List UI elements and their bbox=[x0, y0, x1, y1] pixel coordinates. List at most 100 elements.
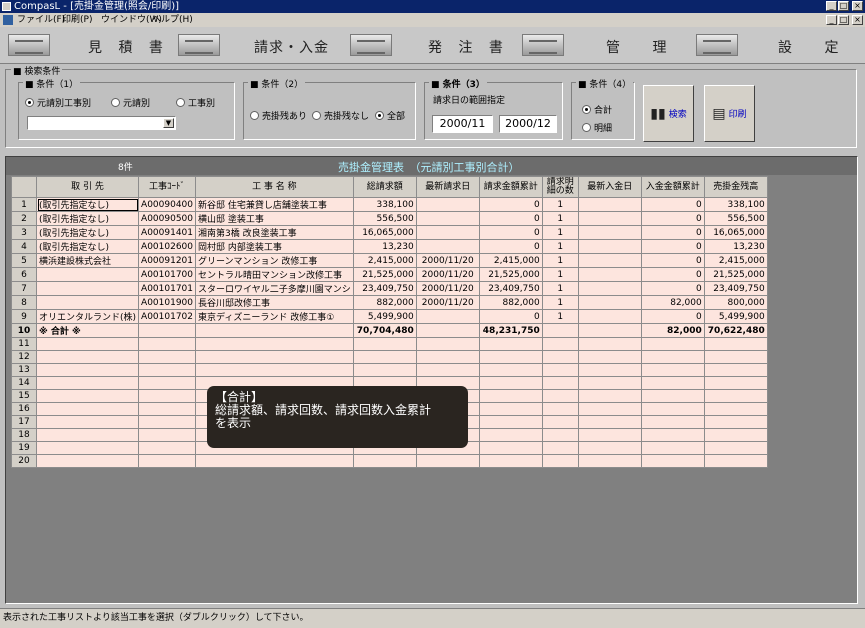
table-cell[interactable] bbox=[577, 337, 642, 351]
table-cell[interactable]: 16,065,000 bbox=[352, 225, 417, 240]
radio-detail[interactable]: 明細 bbox=[582, 121, 612, 134]
table-cell[interactable] bbox=[138, 350, 196, 364]
table-cell[interactable] bbox=[352, 363, 417, 377]
table-cell[interactable] bbox=[577, 211, 642, 226]
table-cell[interactable] bbox=[577, 428, 642, 442]
table-cell[interactable] bbox=[577, 376, 642, 390]
table-cell[interactable] bbox=[577, 267, 642, 282]
table-cell[interactable] bbox=[541, 415, 579, 429]
table-cell[interactable] bbox=[138, 402, 196, 416]
table-cell[interactable] bbox=[577, 415, 642, 429]
contractor-select[interactable]: ▼ bbox=[27, 116, 176, 130]
table-cell[interactable] bbox=[541, 441, 579, 455]
col-header[interactable]: 請求金額累計 bbox=[478, 176, 543, 198]
col-header[interactable]: 取 引 先 bbox=[35, 176, 140, 198]
table-cell[interactable]: A00091201 bbox=[138, 253, 196, 268]
table-cell[interactable]: 13,230 bbox=[703, 239, 768, 254]
nav-order[interactable]: 発 注 書 bbox=[344, 27, 516, 64]
table-cell[interactable] bbox=[478, 454, 543, 468]
table-cell[interactable] bbox=[35, 454, 140, 468]
table-cell[interactable] bbox=[640, 454, 705, 468]
table-cell[interactable]: 13,230 bbox=[352, 239, 417, 254]
table-cell[interactable] bbox=[138, 323, 196, 338]
table-cell[interactable]: 1 bbox=[541, 281, 579, 296]
search-button[interactable]: ▮▮ 検索 bbox=[643, 85, 694, 142]
table-cell[interactable] bbox=[35, 389, 140, 403]
table-cell[interactable]: (取引先指定なし) bbox=[35, 239, 140, 254]
table-cell[interactable] bbox=[195, 454, 354, 468]
empty-row[interactable]: 12 bbox=[11, 350, 768, 364]
table-cell[interactable]: (取引先指定なし) bbox=[35, 197, 140, 212]
menu-print[interactable]: 印刷(P) bbox=[62, 13, 92, 27]
table-cell[interactable]: セントラル晴田マンション改修工事 bbox=[195, 267, 354, 282]
table-cell[interactable]: 1 bbox=[541, 309, 579, 324]
table-cell[interactable] bbox=[577, 253, 642, 268]
table-cell[interactable] bbox=[35, 415, 140, 429]
table-cell[interactable]: 556,500 bbox=[703, 211, 768, 226]
table-cell[interactable] bbox=[541, 363, 579, 377]
table-cell[interactable]: 23,409,750 bbox=[703, 281, 768, 296]
table-cell[interactable]: 0 bbox=[640, 239, 705, 254]
table-cell[interactable]: 0 bbox=[640, 267, 705, 282]
table-cell[interactable] bbox=[541, 428, 579, 442]
col-header[interactable]: 売掛金残高 bbox=[703, 176, 768, 198]
table-cell[interactable] bbox=[541, 337, 579, 351]
radio-project[interactable]: 工事別 bbox=[176, 96, 215, 109]
table-cell[interactable]: 1 bbox=[541, 267, 579, 282]
table-cell[interactable] bbox=[577, 350, 642, 364]
table-cell[interactable]: 23,409,750 bbox=[352, 281, 417, 296]
table-cell[interactable]: 2000/11/20 bbox=[415, 267, 480, 282]
table-cell[interactable]: 0 bbox=[478, 239, 543, 254]
table-cell[interactable]: 882,000 bbox=[478, 295, 543, 310]
table-row[interactable]: 6 A00101700 セントラル晴田マンション改修工事 21,525,000 2000… bbox=[11, 267, 768, 282]
table-row[interactable]: 3 (取引先指定なし) A00091401 湘南第3橋 改良塗装工事 16,065,00… bbox=[11, 225, 768, 240]
mdi-restore-button[interactable]: □ bbox=[838, 15, 849, 25]
table-cell[interactable]: (取引先指定なし) bbox=[35, 225, 140, 240]
table-cell[interactable]: A00090400 bbox=[138, 197, 196, 212]
table-cell[interactable] bbox=[640, 389, 705, 403]
table-cell[interactable]: 0 bbox=[478, 309, 543, 324]
table-cell[interactable]: 0 bbox=[478, 225, 543, 240]
table-cell[interactable]: 21,525,000 bbox=[703, 267, 768, 282]
table-cell[interactable] bbox=[415, 239, 480, 254]
table-cell[interactable]: 湘南第3橋 改良塗装工事 bbox=[195, 225, 354, 240]
table-cell[interactable]: (取引先指定なし) bbox=[35, 211, 140, 226]
table-cell[interactable] bbox=[478, 415, 543, 429]
table-cell[interactable] bbox=[703, 402, 768, 416]
table-cell[interactable] bbox=[640, 337, 705, 351]
date-from-input[interactable]: 2000/11 bbox=[432, 115, 493, 133]
table-cell[interactable] bbox=[35, 281, 140, 296]
table-cell[interactable] bbox=[541, 350, 579, 364]
table-row[interactable]: 4 (取引先指定なし) A00102600 岡村邸 内部塗装工事 13,230 0 1 0 13… bbox=[11, 239, 768, 254]
table-cell[interactable] bbox=[577, 239, 642, 254]
table-cell[interactable]: ※ 合計 ※ bbox=[35, 323, 140, 338]
print-button[interactable]: ▤ 印刷 bbox=[704, 85, 755, 142]
nav-management[interactable]: 管 理 bbox=[516, 27, 688, 64]
total-row[interactable]: 10 ※ 合計 ※ 70,704,480 48,231,750 82,000 70,622… bbox=[11, 323, 768, 338]
table-cell[interactable]: 5,499,900 bbox=[352, 309, 417, 324]
table-cell[interactable]: 338,100 bbox=[352, 197, 417, 212]
table-cell[interactable] bbox=[35, 428, 140, 442]
table-cell[interactable] bbox=[415, 337, 480, 351]
table-cell[interactable]: 長谷川邸改修工事 bbox=[195, 295, 354, 310]
table-cell[interactable]: 5,499,900 bbox=[703, 309, 768, 324]
table-cell[interactable] bbox=[195, 323, 354, 338]
table-cell[interactable] bbox=[577, 389, 642, 403]
table-cell[interactable] bbox=[138, 428, 196, 442]
table-cell[interactable] bbox=[138, 441, 196, 455]
table-cell[interactable] bbox=[138, 363, 196, 377]
table-cell[interactable] bbox=[195, 350, 354, 364]
table-cell[interactable] bbox=[541, 402, 579, 416]
table-cell[interactable] bbox=[577, 441, 642, 455]
table-cell[interactable] bbox=[352, 454, 417, 468]
table-cell[interactable]: 0 bbox=[640, 253, 705, 268]
table-cell[interactable] bbox=[138, 376, 196, 390]
table-cell[interactable] bbox=[35, 267, 140, 282]
table-cell[interactable] bbox=[640, 428, 705, 442]
table-cell[interactable] bbox=[138, 337, 196, 351]
table-cell[interactable] bbox=[640, 363, 705, 377]
table-cell[interactable]: A00101702 bbox=[138, 309, 196, 324]
table-cell[interactable] bbox=[478, 402, 543, 416]
mdi-minimize-button[interactable]: _ bbox=[826, 15, 837, 25]
table-cell[interactable]: 82,000 bbox=[640, 323, 705, 338]
